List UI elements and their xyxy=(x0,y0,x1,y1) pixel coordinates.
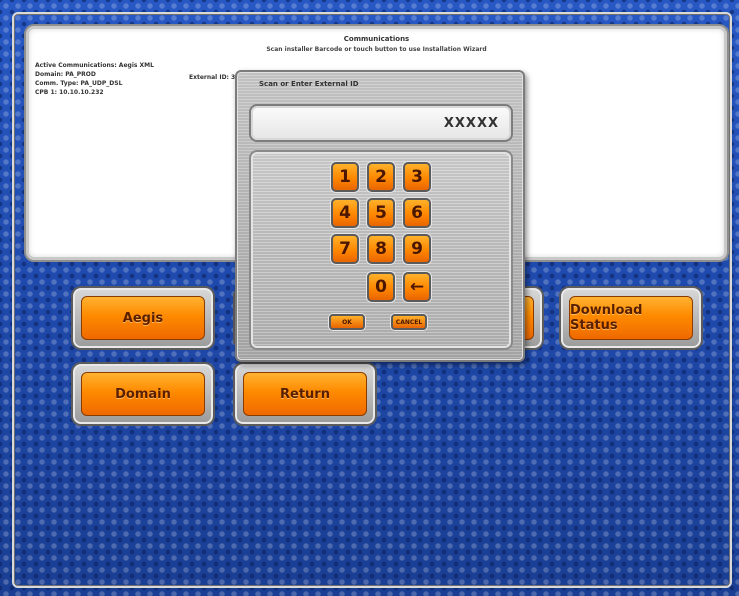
aegis-button-label: Aegis xyxy=(81,296,205,340)
key-4[interactable]: 4 xyxy=(331,198,359,228)
download-status-button[interactable]: Download Status xyxy=(561,288,701,348)
cancel-button[interactable]: CANCEL xyxy=(391,314,427,330)
domain-button-label: Domain xyxy=(81,372,205,416)
external-id-field[interactable]: XXXXX xyxy=(249,104,513,142)
key-5[interactable]: 5 xyxy=(367,198,395,228)
return-button-label: Return xyxy=(243,372,367,416)
active-comm-line: Active Communications: Aegis XML xyxy=(35,62,154,69)
key-9[interactable]: 9 xyxy=(403,234,431,264)
external-id-value: XXXXX xyxy=(443,116,499,131)
panel-title: Communications xyxy=(343,35,410,43)
numeric-keypad: 1 2 3 4 5 6 7 8 9 0 ← OK CANCEL xyxy=(249,150,513,350)
external-id-label: External ID: 3 xyxy=(189,74,236,81)
domain-button[interactable]: Domain xyxy=(73,364,213,424)
domain-line: Domain: PA_PROD xyxy=(35,71,96,78)
panel-instructions: Scan installer Barcode or touch button t… xyxy=(266,46,487,53)
backspace-key[interactable]: ← xyxy=(403,272,431,302)
key-7[interactable]: 7 xyxy=(331,234,359,264)
cpb-line: CPB 1: 10.10.10.232 xyxy=(35,89,104,96)
key-0[interactable]: 0 xyxy=(367,272,395,302)
key-1[interactable]: 1 xyxy=(331,162,359,192)
comm-details: Active Communications: Aegis XML Domain:… xyxy=(35,61,154,97)
return-button[interactable]: Return xyxy=(235,364,375,424)
key-2[interactable]: 2 xyxy=(367,162,395,192)
external-id-dialog: Scan or Enter External ID XXXXX 1 2 3 4 … xyxy=(235,70,525,362)
ok-button[interactable]: OK xyxy=(329,314,365,330)
key-3[interactable]: 3 xyxy=(403,162,431,192)
backspace-arrow-icon: ← xyxy=(409,277,425,297)
key-6[interactable]: 6 xyxy=(403,198,431,228)
dialog-title: Scan or Enter External ID xyxy=(259,80,359,88)
aegis-button[interactable]: Aegis xyxy=(73,288,213,348)
comm-type-line: Comm. Type: PA_UDP_DSL xyxy=(35,80,123,87)
download-status-label: Download Status xyxy=(569,296,693,340)
key-8[interactable]: 8 xyxy=(367,234,395,264)
